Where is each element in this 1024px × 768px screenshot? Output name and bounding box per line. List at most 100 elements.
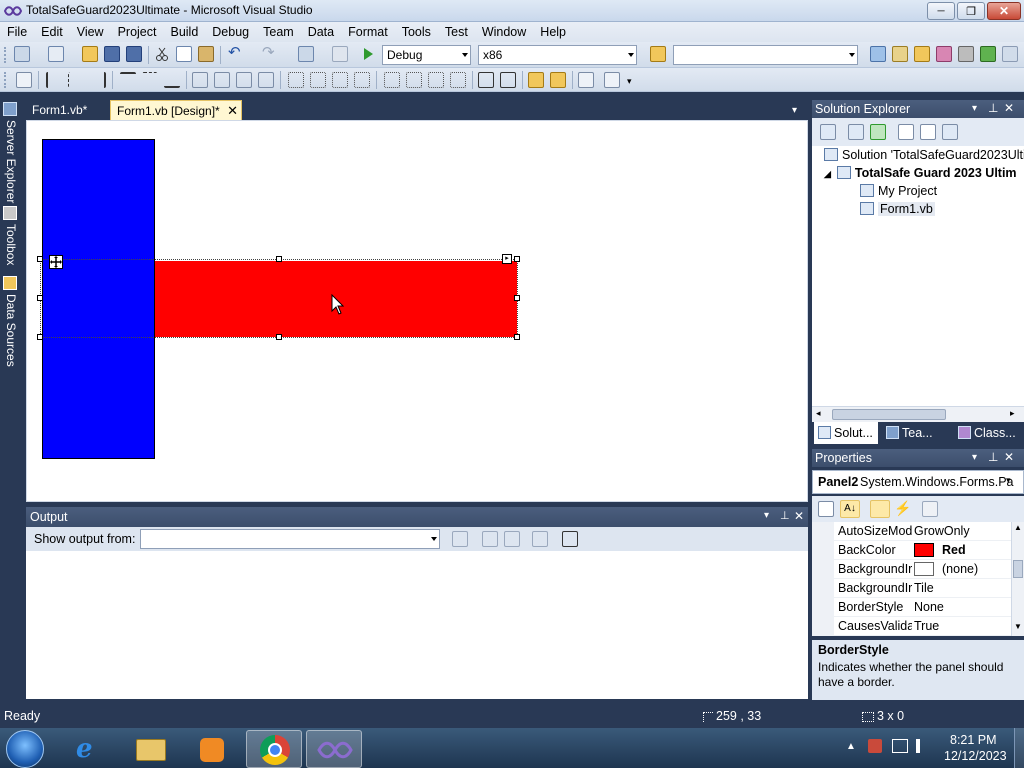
tab-solution-explorer[interactable]: Solut... xyxy=(814,422,878,444)
close-pane-icon[interactable]: ✕ xyxy=(1004,101,1014,115)
solution-explorer-icon[interactable] xyxy=(870,46,886,62)
property-row-backgroundimagelayout[interactable]: BackgroundIr Tile xyxy=(812,579,1024,598)
decrease-horizontal-spacing-icon[interactable] xyxy=(332,72,348,88)
close-pane-icon[interactable]: ✕ xyxy=(1004,450,1014,464)
resize-handle-bottom-right[interactable] xyxy=(514,334,520,340)
tree-item-project[interactable]: ◢ TotalSafe Guard 2023 Ultim xyxy=(812,164,1024,182)
scroll-thumb[interactable] xyxy=(1013,560,1023,578)
toolbar-grip[interactable] xyxy=(4,72,7,88)
cut-icon[interactable] xyxy=(154,46,170,62)
show-hidden-icons-icon[interactable]: ▲ xyxy=(846,741,856,752)
title-bar[interactable]: TotalSafeGuard2023Ultimate - Microsoft V… xyxy=(0,0,1024,22)
properties-icon[interactable] xyxy=(820,124,836,140)
output-pane-header[interactable]: Output ▾ ⊥ ✕ xyxy=(26,507,808,527)
property-row-backcolor[interactable]: BackColor Red xyxy=(812,541,1024,560)
start-button-icon[interactable] xyxy=(6,730,44,768)
view-class-diagram-icon[interactable] xyxy=(942,124,958,140)
window-position-icon[interactable]: ▾ xyxy=(972,452,977,463)
property-value[interactable]: GrowOnly xyxy=(914,522,970,541)
tab-list-dropdown-icon[interactable]: ▾ xyxy=(792,105,797,116)
navigate-backward-icon[interactable] xyxy=(298,46,314,62)
alphabetical-icon[interactable]: A↓ xyxy=(840,500,860,518)
redo-icon[interactable]: ↷ xyxy=(262,45,278,62)
tab-form1-code[interactable]: Form1.vb* xyxy=(26,100,93,120)
align-to-grid-icon[interactable] xyxy=(16,72,32,88)
resize-handle-left[interactable] xyxy=(37,295,43,301)
property-value-backcolor[interactable]: Red xyxy=(914,541,966,560)
navigate-forward-icon[interactable] xyxy=(332,46,348,62)
scroll-right-icon[interactable]: ▸ xyxy=(1010,408,1015,419)
send-to-back-icon[interactable] xyxy=(550,72,566,88)
resize-handle-top[interactable] xyxy=(276,256,282,262)
show-all-files-icon[interactable] xyxy=(848,124,864,140)
menu-debug[interactable]: Debug xyxy=(205,22,256,42)
menu-help[interactable]: Help xyxy=(533,22,573,42)
paste-icon[interactable] xyxy=(198,46,214,62)
show-output-from-combo[interactable] xyxy=(140,529,440,549)
data-sources-tab[interactable]: Data Sources xyxy=(1,276,21,372)
tools-icon[interactable] xyxy=(958,46,974,62)
properties-view-icon[interactable] xyxy=(870,500,890,518)
view-code-icon[interactable] xyxy=(898,124,914,140)
scroll-up-icon[interactable]: ▲ xyxy=(1014,523,1022,532)
make-same-width-icon[interactable] xyxy=(192,72,208,88)
remove-horizontal-spacing-icon[interactable] xyxy=(354,72,370,88)
vertical-spacing-equal-icon[interactable] xyxy=(384,72,400,88)
property-row-autosizemode[interactable]: AutoSizeMod GrowOnly xyxy=(812,522,1024,541)
property-value[interactable]: None xyxy=(914,598,944,617)
go-to-previous-message-icon[interactable] xyxy=(482,531,498,547)
refresh-icon[interactable] xyxy=(870,124,886,140)
property-value[interactable]: True xyxy=(914,617,939,636)
find-combo[interactable] xyxy=(673,45,858,65)
show-desktop-button[interactable] xyxy=(1014,728,1024,768)
taskbar-visual-studio[interactable] xyxy=(306,730,362,768)
menu-test[interactable]: Test xyxy=(438,22,475,42)
open-file-icon[interactable] xyxy=(82,46,98,62)
size-to-grid-icon[interactable] xyxy=(258,72,274,88)
menu-format[interactable]: Format xyxy=(341,22,395,42)
toolbar-grip[interactable] xyxy=(4,47,7,63)
resize-handle-top-right[interactable] xyxy=(514,256,520,262)
lock-controls-icon[interactable] xyxy=(604,72,620,88)
center-vertically-icon[interactable] xyxy=(500,72,516,88)
menu-file[interactable]: File xyxy=(0,22,34,42)
taskbar-internet-explorer[interactable]: e xyxy=(62,730,118,768)
tab-team-explorer[interactable]: Tea... xyxy=(882,422,952,444)
property-value-backgroundimage[interactable]: (none) xyxy=(914,560,978,579)
property-row-borderstyle[interactable]: BorderStyle None xyxy=(812,598,1024,617)
property-grid-vscrollbar[interactable]: ▲ ▼ xyxy=(1011,522,1024,636)
increase-horizontal-spacing-icon[interactable] xyxy=(310,72,326,88)
clock-date[interactable]: 12/12/2023 xyxy=(944,749,1007,763)
taskbar-media-player[interactable] xyxy=(184,730,240,768)
go-to-next-message-icon[interactable] xyxy=(504,531,520,547)
clear-all-icon[interactable] xyxy=(532,531,548,547)
align-lefts-icon[interactable] xyxy=(46,72,62,88)
close-pane-icon[interactable]: ✕ xyxy=(794,509,804,523)
taskbar-file-explorer[interactable] xyxy=(122,730,178,768)
align-tops-icon[interactable] xyxy=(120,72,136,88)
window-position-icon[interactable]: ▾ xyxy=(972,103,977,114)
properties-object-selector[interactable]: Panel2 System.Windows.Forms.Pa ▾ xyxy=(812,470,1024,494)
undo-icon[interactable]: ↶ xyxy=(228,45,244,62)
increase-vertical-spacing-icon[interactable] xyxy=(406,72,422,88)
auto-hide-pin-icon[interactable]: ⊥ xyxy=(780,509,790,522)
tab-form1-design[interactable]: Form1.vb [Design]* ✕ xyxy=(110,100,242,120)
make-same-height-icon[interactable] xyxy=(214,72,230,88)
clock-time[interactable]: 8:21 PM xyxy=(950,733,997,747)
collapse-arrow-icon[interactable]: ◢ xyxy=(824,169,831,179)
menu-project[interactable]: Project xyxy=(111,22,164,42)
center-horizontally-icon[interactable] xyxy=(478,72,494,88)
toolbar-options-icon[interactable] xyxy=(1002,46,1018,62)
toolbox-tab[interactable]: Toolbox xyxy=(1,206,21,282)
solution-platform-combo[interactable]: x86 xyxy=(478,45,637,65)
toolbar-overflow-icon[interactable]: ▾ xyxy=(627,76,632,87)
scroll-thumb[interactable] xyxy=(832,409,946,420)
auto-hide-pin-icon[interactable]: ⊥ xyxy=(988,101,998,115)
bring-to-front-icon[interactable] xyxy=(528,72,544,88)
properties-header[interactable]: Properties ▾ ⊥ ✕ xyxy=(812,449,1024,467)
network-icon[interactable] xyxy=(892,739,908,753)
tab-order-icon[interactable] xyxy=(578,72,594,88)
tree-item-form1[interactable]: Form1.vb xyxy=(812,200,1024,218)
solution-explorer-header[interactable]: Solution Explorer ▾ ⊥ ✕ xyxy=(812,100,1024,118)
solution-explorer-hscrollbar[interactable]: ◂ ▸ xyxy=(812,406,1024,422)
